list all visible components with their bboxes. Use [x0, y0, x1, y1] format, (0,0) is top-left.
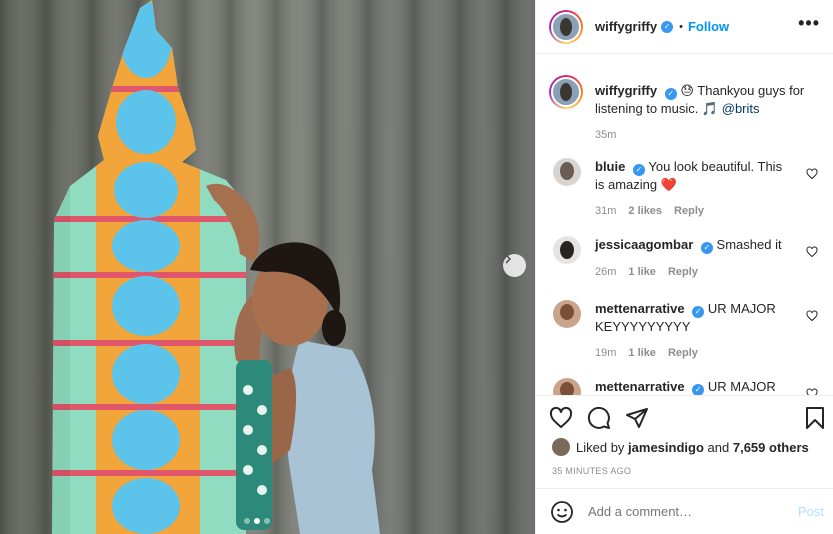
like-comment-heart-icon[interactable] [806, 246, 818, 258]
caption-username[interactable]: wiffygriffy [595, 83, 657, 98]
verified-badge-icon: ✓ [700, 241, 713, 254]
verified-badge-icon: ✓ [664, 87, 677, 100]
reply-button[interactable]: Reply [668, 345, 698, 362]
comment-likes[interactable]: 2 likes [628, 203, 662, 220]
post-photo[interactable] [0, 0, 535, 534]
follow-button[interactable]: Follow [688, 19, 729, 34]
post-header: wiffygriffy ✓ • Follow ••• [536, 0, 833, 54]
comments-list[interactable]: wiffygriffy ✓ 😓 Thankyou guys for listen… [536, 55, 833, 395]
paper-plane-icon[interactable] [625, 406, 649, 430]
comment-time[interactable]: 26m [595, 264, 616, 281]
save-button[interactable] [804, 406, 826, 430]
liker-avatar[interactable] [552, 438, 570, 456]
commenter-avatar[interactable] [553, 300, 581, 328]
comment-icon[interactable] [587, 406, 611, 430]
likes-count[interactable]: 7,659 others [733, 440, 809, 455]
comment-likes[interactable]: 1 like [628, 345, 656, 362]
add-comment-bar: Post [536, 488, 833, 534]
verified-badge-icon: ✓ [632, 163, 645, 176]
more-options-icon[interactable]: ••• [798, 14, 820, 32]
caption-avatar[interactable] [549, 75, 583, 109]
smiley-icon[interactable] [550, 500, 574, 524]
post-actions: Liked by jamesindigo and 7,659 others 35… [536, 395, 833, 497]
comment-text: UR MAJOR [707, 379, 776, 394]
heart-emoji: ❤️ [660, 176, 677, 192]
author-username[interactable]: wiffygriffy [595, 19, 657, 34]
like-comment-heart-icon[interactable] [806, 310, 818, 322]
carousel-dots [244, 518, 270, 524]
comment-username[interactable]: mettenarrative [595, 301, 685, 316]
caption-time[interactable]: 35m [595, 127, 616, 144]
like-comment-heart-icon[interactable] [806, 168, 818, 180]
comment-likes[interactable]: 1 like [628, 264, 656, 281]
verified-badge-icon: ✓ [661, 20, 674, 33]
photo-illustration [0, 0, 535, 534]
comment-time[interactable]: 19m [595, 345, 616, 362]
comment-username[interactable]: jessicaagombar [595, 237, 693, 252]
comment-username[interactable]: bluie [595, 159, 625, 174]
likes-summary: Liked by jamesindigo and 7,659 others [552, 438, 809, 456]
bookmark-icon [806, 407, 824, 429]
post-details-panel: wiffygriffy ✓ • Follow ••• wiffygriffy ✓… [535, 0, 833, 534]
carousel-dot-active [254, 518, 260, 524]
comment-input[interactable] [588, 504, 798, 519]
chevron-right-icon [505, 254, 512, 264]
reply-button[interactable]: Reply [674, 203, 704, 220]
post-comment-button[interactable]: Post [798, 504, 824, 519]
verified-badge-icon: ✓ [692, 305, 705, 318]
reply-button[interactable]: Reply [668, 264, 698, 281]
like-comment-heart-icon[interactable] [806, 388, 818, 395]
likes-prefix: Liked by [576, 439, 625, 455]
comment-text: Smashed it [716, 237, 782, 252]
liker-username[interactable]: jamesindigo [628, 440, 704, 455]
commenter-avatar[interactable] [553, 378, 581, 395]
verified-badge-icon: ✓ [692, 383, 705, 395]
separator-dot: • [679, 20, 683, 33]
heart-icon[interactable] [549, 406, 573, 430]
commenter-avatar[interactable] [553, 158, 581, 186]
commenter-avatar[interactable] [553, 236, 581, 264]
caption-mention[interactable]: @brits [722, 101, 760, 116]
comment-username[interactable]: mettenarrative [595, 379, 685, 394]
instagram-post: wiffygriffy ✓ • Follow ••• wiffygriffy ✓… [0, 0, 833, 534]
post-timestamp[interactable]: 35 MINUTES AGO [552, 466, 631, 476]
comment-time[interactable]: 31m [595, 203, 616, 220]
author-avatar[interactable] [549, 9, 583, 44]
likes-joiner: and [707, 439, 730, 455]
carousel-next-button[interactable] [503, 254, 526, 277]
carousel-dot [264, 518, 270, 524]
carousel-dot [244, 518, 250, 524]
